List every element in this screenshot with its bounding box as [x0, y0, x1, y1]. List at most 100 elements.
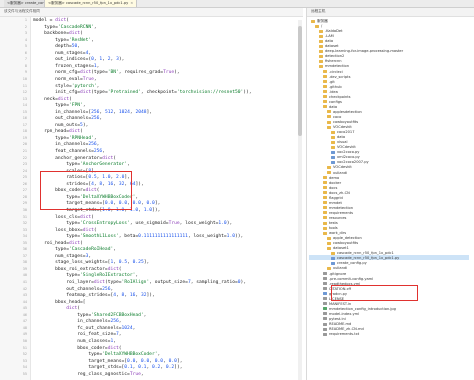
line-number: 13: [22, 96, 27, 101]
code-token: 0.0: [168, 358, 177, 364]
line-number: 10: [22, 76, 27, 81]
code-token: bbox_roi_extractor=: [33, 266, 108, 272]
code-token: ,: [82, 103, 86, 109]
code-token: rpn_head=: [33, 129, 69, 135]
folder-icon: [311, 19, 315, 23]
folder-icon: [323, 75, 327, 79]
code-token: loss_cls=: [33, 214, 81, 220]
line-number: 51: [22, 345, 27, 350]
code-token: ,: [93, 24, 97, 30]
close-icon[interactable]: ×: [130, 1, 133, 5]
code-token: (type=: [91, 70, 108, 76]
code-token: ,: [135, 273, 139, 279]
file-icon: [323, 322, 327, 326]
file-icon: [323, 332, 327, 336]
code-token: type=: [33, 273, 81, 279]
line-number: 33: [22, 227, 27, 232]
folder-icon: [327, 125, 331, 129]
code-editor[interactable]: 该文件与远程文件相同 1 2 3 4 5 6 7 8 9 10 11 12 13 14 15 16 17 18 19…: [0, 8, 303, 380]
line-number: 43: [22, 293, 27, 298]
code-token: ,: [88, 253, 92, 259]
code-token: 1.0: [218, 221, 227, 227]
code-token: bbox_coder=: [33, 345, 108, 351]
folder-icon: [331, 135, 335, 139]
code-token: fc_out_channels=: [33, 325, 122, 331]
code-token: 0.0: [154, 358, 164, 364]
file-tree-title: 远程主机: [311, 9, 326, 13]
code-token: ]),: [135, 181, 144, 187]
editor-tab[interactable]: <服务器> cascade_rcnn_r50_fpn_1x_pdc1.py ×: [44, 0, 138, 7]
line-number: 38: [22, 260, 27, 265]
folder-icon: [319, 64, 323, 68]
folder-icon: [331, 251, 335, 255]
code-token: ,: [102, 149, 105, 154]
line-number: 39: [22, 266, 27, 271]
line-number: 44: [22, 299, 27, 304]
folder-icon: [327, 266, 331, 270]
file-icon: [323, 282, 327, 286]
folder-icon: [323, 95, 327, 99]
code-token: ,: [113, 247, 117, 253]
code-token: (: [93, 227, 97, 233]
folder-icon: [323, 70, 327, 73]
folder-icon: [319, 44, 323, 48]
code-token: type=: [33, 247, 69, 253]
code-token: dict: [57, 96, 69, 102]
file-tree-header: 远程主机: [307, 8, 474, 17]
file-icon: [323, 327, 327, 331]
code-token: num_outs=: [33, 122, 81, 128]
code-token: num_stages=: [33, 253, 86, 259]
folder-icon: [323, 80, 327, 84]
line-number: 21: [22, 149, 27, 153]
remote-file-tree: 远程主机 服务器 / .KaldaDet .LAM data dataset deep-le…: [306, 8, 474, 380]
code-token: num_classes=: [33, 338, 111, 344]
line-number: 27: [22, 188, 27, 193]
code-token: type=: [33, 162, 81, 168]
code-token: 256: [93, 149, 103, 154]
folder-icon: [319, 59, 323, 63]
code-token: True: [82, 76, 94, 82]
file-icon: [323, 312, 327, 316]
line-number: 3: [24, 31, 27, 36]
code-token: 'CascadeRoIHead': [68, 247, 114, 253]
code-token: ,: [132, 325, 136, 331]
folder-icon: [323, 176, 327, 180]
code-token: roi_layer=: [33, 280, 94, 285]
line-number: 8: [24, 63, 27, 68]
code-token: (: [80, 240, 83, 246]
file-icon: [323, 302, 327, 306]
folder-icon: [327, 115, 331, 119]
folder-icon: [323, 186, 327, 190]
folder-icon: [323, 206, 327, 210]
code-token: reg_class_agnostic=: [33, 371, 130, 377]
code-token: ,: [93, 76, 97, 82]
code-token: , requires_grad=: [118, 70, 164, 76]
code-token: ,: [110, 286, 114, 292]
code-token: ]),: [174, 365, 183, 371]
editor-scrollbar[interactable]: [298, 20, 302, 380]
folder-icon: [327, 236, 331, 240]
code-token: 'Shared2FCBBoxHead': [91, 312, 144, 318]
folder-icon: [327, 120, 331, 124]
code-token: loss_bbox=: [33, 227, 83, 233]
code-token: style=: [33, 83, 72, 89]
tree-file-item[interactable]: requirements.txt: [323, 331, 359, 337]
code-token: (: [91, 214, 94, 220]
code-line[interactable]: reg_class_agnostic=True,: [33, 371, 144, 378]
line-number: 50: [22, 338, 27, 343]
code-token: ,: [96, 142, 100, 148]
code-token: backbone=: [33, 31, 69, 37]
editor-scrollbar-thumb[interactable]: [298, 26, 302, 136]
code-token: 0.0: [146, 201, 155, 207]
folder-icon: [323, 85, 327, 89]
line-number: 46: [22, 312, 27, 317]
file-icon: [331, 150, 335, 154]
code-token: (: [80, 31, 83, 37]
line-number: 41: [22, 280, 27, 284]
line-number: 20: [22, 142, 27, 147]
line-number: 26: [22, 181, 27, 186]
code-token: ,: [140, 371, 144, 377]
code-token: True: [129, 371, 141, 377]
line-number: 12: [22, 90, 27, 95]
